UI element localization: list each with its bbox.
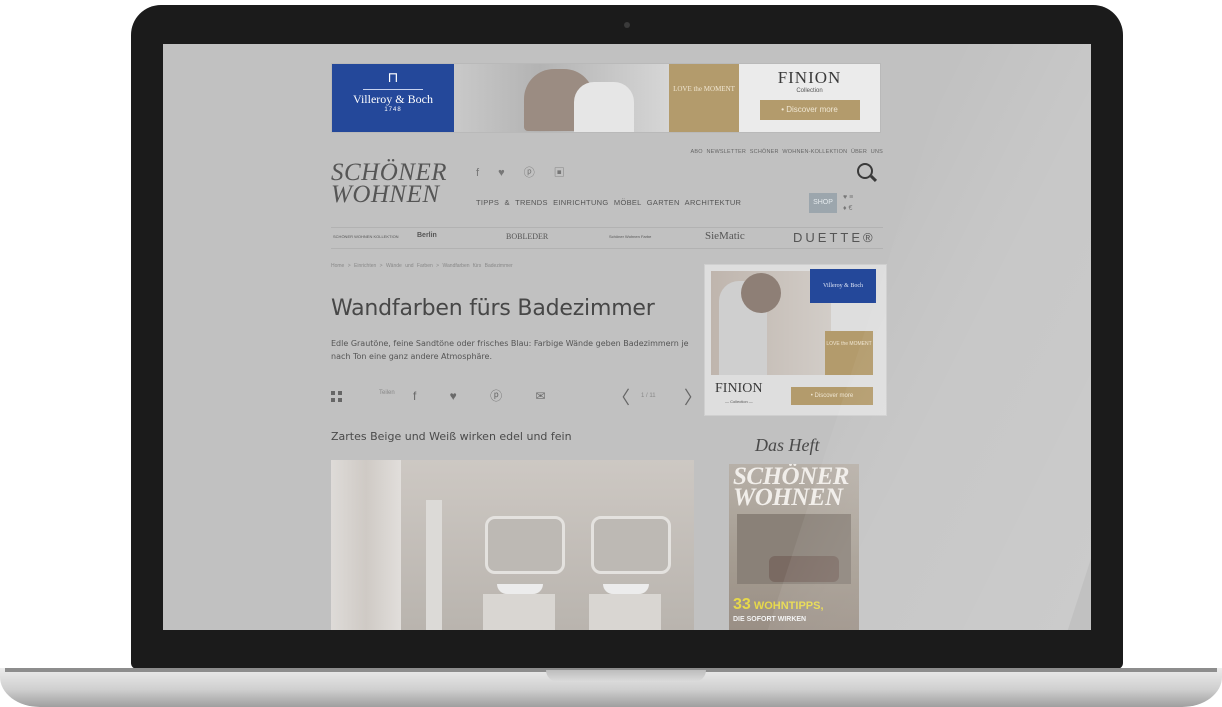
sidebar-collection-sub: — Collection — [725,399,753,404]
banner-collection: FINION Collection • Discover more [739,64,880,132]
shop-button[interactable]: SHOP [809,193,837,213]
collection-sub: Collection [796,88,823,94]
brand-logo-4[interactable]: Schöner Wohnen Farbe [609,234,651,239]
sidebar-ad[interactable]: Villeroy & Boch LOVE the MOMENT FINION —… [704,264,887,416]
brand-partner-strip: SCHÖNER WOHNEN KOLLEKTION Berlin BOBLEDE… [331,227,883,249]
top-links[interactable]: ABO NEWSLETTER SCHÖNER WOHNEN-KOLLEKTION… [603,149,883,155]
cover-headline: 33 WOHNTIPPS, [733,596,824,614]
sidebar-discover-button[interactable]: • Discover more [791,387,873,405]
villeroy-boch-logo: ⊓ Villeroy & Boch 1748 [332,64,454,132]
banner-tagline: LOVE the MOMENT [669,64,739,132]
banner-person-woman [574,82,634,132]
sidebar-brand-logo: Villeroy & Boch [810,269,876,303]
magazine-section-title: Das Heft [755,435,820,455]
grid-view-icon[interactable] [331,391,342,402]
vanity-right [589,594,661,630]
slide-caption: Zartes Beige und Weiß wirken edel und fe… [331,430,572,443]
logo-rule [363,89,423,90]
article-lead: Edle Grautöne, feine Sandtöne oder frisc… [331,339,689,361]
sidebar-tagline: LOVE the MOMENT [825,331,873,375]
brand-logo-3[interactable]: BOBLEDER [506,232,548,241]
basin-right [603,584,649,594]
laptop-notch [546,670,706,682]
sidebar-person-man [741,273,781,313]
cover-headline-2: DIE SOFORT WIRKEN [733,616,807,623]
social-icons[interactable]: f ♥ ⓟ ▣ [476,164,573,180]
site-logo[interactable]: SCHÖNER WOHNEN [331,160,447,208]
brand-logo-6[interactable]: DUETTE® [793,230,876,245]
cart-icon[interactable]: ♦ € [843,203,853,214]
vanity-left [483,594,555,630]
logo-line-2: WOHNEN [331,181,440,208]
brand-logo-1[interactable]: SCHÖNER WOHNEN KOLLEKTION [333,234,399,239]
brand-emblem-icon: ⊓ [387,71,399,86]
brand-logo-5[interactable]: SieMatic [705,230,745,242]
page-indicator: 1 / 11 [641,393,656,399]
collection-title: FINION [777,68,842,87]
cover-headline-1: WOHNTIPPS, [753,600,824,612]
breadcrumb[interactable]: Home > Einrichten > Wände und Farben > W… [331,263,513,269]
bathroom-hero-image[interactable] [331,460,694,630]
page-title: Wandfarben fürs Badezimmer [331,296,655,321]
mirror-left [485,516,565,574]
brand-name: Villeroy & Boch [353,92,433,106]
share-icons[interactable]: f ♥ ⓟ ✉ [413,387,561,404]
basin-left [497,584,543,594]
sidebar-collection-title: FINION [715,381,763,396]
cover-number: 33 [733,596,751,613]
discover-more-button[interactable]: • Discover more [759,100,860,120]
laptop-screen: ⊓ Villeroy & Boch 1748 LOVE the MOMENT F… [163,44,1091,630]
prev-arrow-icon[interactable]: 〈 [612,384,630,410]
cover-sofa [769,556,839,582]
wishlist-cart-icons[interactable]: ♥ ≡ ♦ € [843,192,853,214]
curtain [331,460,401,630]
brand-logo-2[interactable]: Berlin [417,232,437,239]
mirror-right [591,516,671,574]
main-nav[interactable]: TIPPS & TRENDS EINRICHTUNG MÖBEL GARTEN … [476,198,741,207]
top-banner-ad[interactable]: ⊓ Villeroy & Boch 1748 LOVE the MOMENT F… [331,63,881,133]
share-label: Teilen [379,390,395,396]
cover-title: SCHÖNER WOHNEN [733,464,849,511]
search-icon[interactable] [857,163,873,179]
camera-dot [624,22,630,28]
cover-title-line-2: WOHNEN [733,484,843,511]
brand-year: 1748 [384,107,402,113]
tall-cabinet [426,500,442,630]
banner-photo [454,64,669,132]
next-arrow-icon[interactable]: 〉 [684,384,702,410]
heart-icon[interactable]: ♥ ≡ [843,192,853,203]
magazine-cover[interactable]: SCHÖNER WOHNEN 33 WOHNTIPPS, DIE SOFORT … [729,464,859,630]
